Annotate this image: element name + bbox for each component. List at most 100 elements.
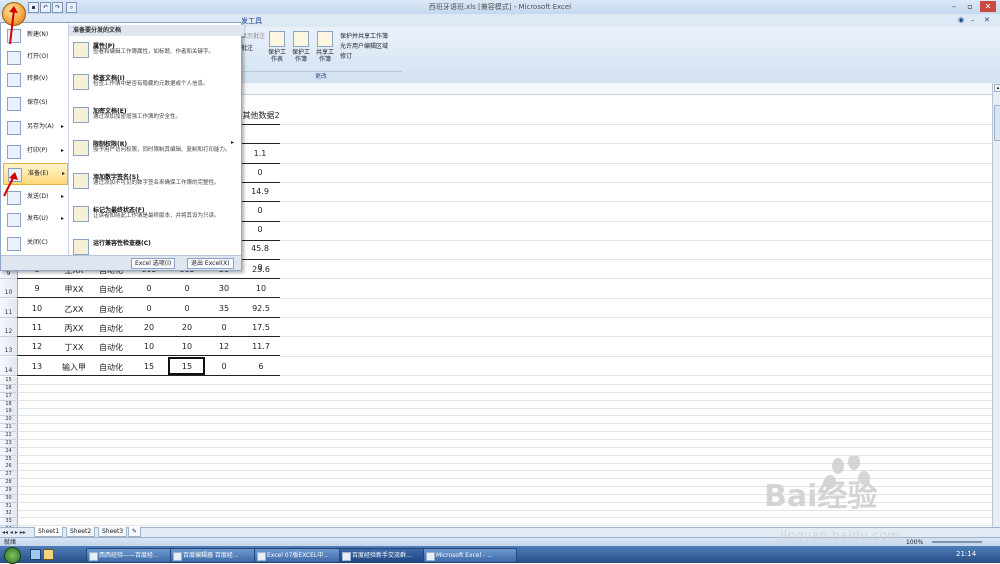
table-cell[interactable]: 10 [18,304,56,313]
table-cell[interactable]: 乙XX [56,304,92,315]
table-cell[interactable]: 输入甲 [56,362,92,373]
allow-edit-ranges-button[interactable]: 允许用户编辑区域 [340,41,388,50]
taskbar-item-5[interactable]: Microsoft Excel - ... [423,548,517,563]
row-header[interactable]: 30 [0,494,18,503]
row-header[interactable]: 13 [0,337,18,356]
scroll-thumb[interactable] [994,105,1000,141]
table-cell[interactable]: 0 [206,362,242,371]
table-cell[interactable]: 9 [18,284,56,293]
ribbon-tab-partial[interactable]: 发工具 [241,16,262,26]
vertical-scrollbar[interactable]: ▴ [992,83,1000,528]
table-cell[interactable]: 6 [242,362,280,371]
start-button-icon[interactable] [4,547,21,564]
protect-sheet-button[interactable]: 保护工作表 [266,31,288,63]
protect-share-workbook-button[interactable]: 保护并共享工作簿 [340,31,388,40]
table-cell[interactable]: 自动化 [92,362,130,373]
taskbar-item-3[interactable]: Excel 07版EXCEL中... [254,548,348,563]
row-header[interactable]: 19 [0,408,18,417]
row-header[interactable]: 31 [0,502,18,511]
row-header[interactable]: 22 [0,431,18,440]
row-header[interactable]: 20 [0,416,18,425]
share-workbook-button[interactable]: 共享工作簿 [314,31,336,63]
table-cell[interactable]: 丙XX [56,323,92,334]
sheet-tab-2[interactable]: Sheet2 [66,527,96,537]
table-cell[interactable]: 甲XX [56,284,92,295]
comments-label[interactable]: 批注 [241,43,253,52]
sheet-tab-3[interactable]: Sheet3 [98,527,128,537]
row-header[interactable]: 26 [0,463,18,472]
table-cell[interactable]: 12 [18,342,56,351]
taskbar-item-4[interactable]: 百度经验新手交流群... [339,548,433,563]
prepare-menu-item[interactable]: 添加数字签名(S) 通过添加不可见的数字签名来确保工作簿的完整性。 [71,170,236,200]
table-cell[interactable]: 17.5 [242,323,280,332]
table-cell[interactable]: 0 [130,304,168,313]
table-cell[interactable]: 10 [242,284,280,293]
table-cell[interactable]: 20 [130,323,168,332]
row-header[interactable]: 14 [0,357,18,376]
table-cell[interactable]: 11.7 [242,342,280,351]
sheet-tab-1[interactable]: Sheet1 [34,527,64,537]
cell-g[interactable]: 45.8 [240,244,280,253]
table-cell[interactable]: 丁XX [56,342,92,353]
cell-g[interactable]: 1.1 [240,149,280,158]
row-header[interactable]: 32 [0,510,18,519]
row-header[interactable]: 24 [0,447,18,456]
table-cell[interactable]: 30 [206,284,242,293]
exit-excel-button[interactable]: 退出 Excel(X) [187,258,234,269]
ribbon-min-icon[interactable]: – [971,16,975,24]
table-cell[interactable]: 自动化 [92,284,130,295]
row-header[interactable]: 21 [0,424,18,433]
row-header[interactable]: 27 [0,471,18,480]
insert-sheet-icon[interactable]: ✎ [128,527,142,537]
table-cell[interactable]: 11 [18,323,56,332]
prepare-menu-item[interactable]: 加密文档(E) 通过添加加密增强工作簿的安全性。 [71,104,236,134]
prepare-menu-item[interactable]: 限制权限(R) 授予用户访问权限，同时限制其编辑、复制和打印能力。 ▸ [71,137,236,167]
excel-options-button[interactable]: Excel 选项(I) [131,258,176,269]
row-header[interactable]: 25 [0,455,18,464]
selected-cell[interactable] [168,357,205,375]
table-cell[interactable]: 0 [168,304,206,313]
row-header[interactable]: 33 [0,518,18,527]
cell-g[interactable]: 0 [240,225,280,234]
minimize-icon[interactable]: – [946,1,962,12]
prepare-menu-item[interactable]: 属性(P) 查看和编辑工作簿属性，如标题、作者和关键字。 [71,39,236,69]
system-tray-icons[interactable] [842,550,942,558]
table-cell[interactable]: 20 [168,323,206,332]
row-header[interactable]: 28 [0,479,18,488]
table-cell[interactable]: 自动化 [92,323,130,334]
table-cell[interactable]: 自动化 [92,304,130,315]
table-cell[interactable]: 10 [168,342,206,351]
maximize-icon[interactable]: ▫ [962,1,978,12]
row-header[interactable]: 10 [0,279,18,298]
table-cell[interactable]: 0 [130,284,168,293]
taskbar-item-2[interactable]: 百度编辑器 百度经... [170,548,264,563]
row-header[interactable]: 29 [0,486,18,495]
header-cell-partial[interactable]: 其他数据2 [240,110,282,121]
table-cell[interactable]: 23.6 [242,265,280,274]
office-menu-item[interactable]: 关闭(C) [3,233,66,253]
help-icon[interactable]: ◉ [958,16,964,24]
ribbon-close-icon[interactable]: ✕ [984,16,990,24]
table-cell[interactable]: 15 [130,362,168,371]
quicklaunch-ie-icon[interactable] [30,549,41,560]
prepare-menu-item[interactable]: 检查文档(I) 检查工作簿中是否有隐藏的元数据或个人信息。 [71,71,236,101]
cell-g[interactable]: 0 [240,168,280,177]
table-cell[interactable]: 0 [168,284,206,293]
tab-scroll-icons[interactable]: ◂◂ ◂ ▸ ▸▸ [2,528,26,537]
quicklaunch-folder-icon[interactable] [43,549,54,560]
office-menu-item[interactable]: 发布(U) ▸ [3,209,66,229]
table-cell[interactable]: 10 [130,342,168,351]
show-comments-label[interactable]: 显示批注 [241,31,265,40]
row-header[interactable]: 18 [0,400,18,409]
cell-g[interactable]: 0 [240,206,280,215]
close-window-icon[interactable]: ✕ [980,1,996,12]
table-cell[interactable]: 0 [206,323,242,332]
table-cell[interactable]: 自动化 [92,342,130,353]
row-header[interactable]: 15 [0,377,18,385]
table-cell[interactable]: 12 [206,342,242,351]
row-header[interactable]: 11 [0,299,18,318]
table-cell[interactable]: 13 [18,362,56,371]
table-cell[interactable]: 35 [206,304,242,313]
cell-g[interactable]: 14.9 [240,187,280,196]
track-changes-button[interactable]: 修订 [340,51,352,60]
